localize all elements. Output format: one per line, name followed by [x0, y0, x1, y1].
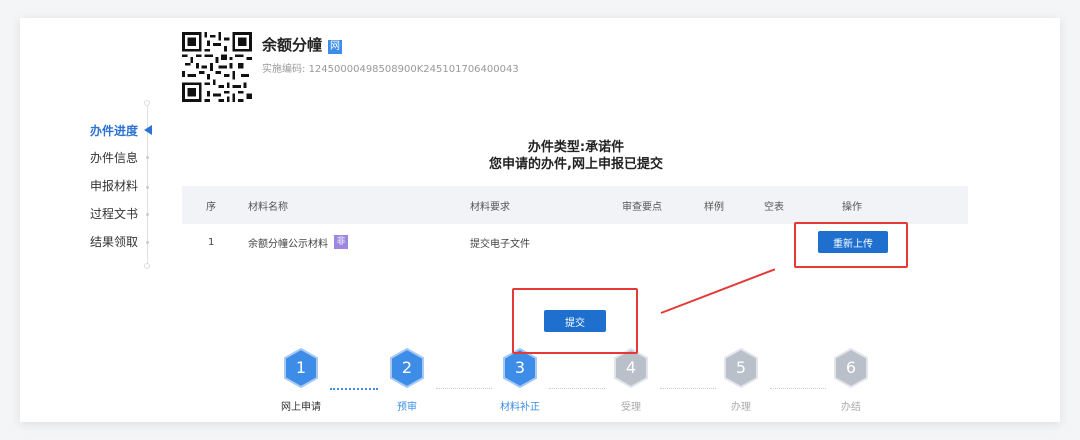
step-5: 5 办理	[716, 348, 766, 413]
hexagon-icon: 5	[723, 348, 759, 388]
column-header: 材料要求	[470, 201, 510, 213]
timeline-end-dot	[144, 263, 150, 269]
service-code: 实施编码: 124500004985089​00K245101706400043	[262, 60, 519, 75]
timeline-dot	[146, 156, 149, 159]
step-number: 4	[625, 358, 637, 377]
main-content: 办件类型:承诺件 您申请的办件,网上申报已提交 序 材料名称 材料要求 审查要点…	[166, 122, 986, 422]
step-label: 办结	[841, 402, 861, 413]
timeline-dot	[146, 186, 149, 189]
step-label: 受理	[621, 402, 641, 413]
sidebar-item-result-pickup[interactable]: 结果领取	[90, 233, 138, 250]
material-name: 余额分幢公示材料	[248, 238, 328, 250]
column-header: 样例	[704, 201, 724, 213]
hexagon-icon: 1	[283, 348, 319, 388]
material-requirement: 提交电子文件	[470, 238, 530, 250]
step-4: 4 受理	[606, 348, 656, 413]
step-number: 6	[845, 358, 857, 377]
step-1: 1 网上申请	[276, 348, 326, 413]
reupload-button[interactable]: 重新上传	[818, 231, 888, 253]
step-number: 2	[401, 358, 413, 377]
service-code-value: 124500004985089​00K245101706400043	[308, 64, 519, 75]
timeline-dot	[146, 213, 149, 216]
sidebar-item-label: 申报材料	[90, 179, 139, 193]
material-name-cell: 余额分幢公示材料非	[248, 224, 348, 260]
step-label: 材料补正	[500, 402, 540, 413]
step-number: 3	[514, 358, 526, 377]
submission-status: 您申请的办件,网上申报已提交	[489, 157, 663, 172]
step-label: 办理	[731, 402, 751, 413]
hexagon-icon: 6	[833, 348, 869, 388]
online-badge: 网	[328, 40, 343, 54]
step-connector	[770, 388, 826, 389]
service-name: 余额分幢	[262, 36, 323, 54]
column-header: 审查要点	[622, 201, 662, 213]
step-3: 3 材料补正	[495, 348, 545, 413]
table-row: 1 余额分幢公示材料非 提交电子文件 重新上传	[182, 224, 968, 260]
step-connector	[549, 388, 605, 389]
service-header: 余额分幢网 实施编码: 124500004985089​00K245101706…	[166, 18, 986, 122]
step-connector	[330, 388, 378, 390]
column-header: 操作	[842, 201, 862, 213]
active-arrow-icon	[144, 125, 153, 135]
sidebar-item-label: 办件进度	[90, 124, 139, 138]
step-number: 1	[295, 358, 307, 377]
sidebar-item-info[interactable]: 办件信息	[90, 149, 138, 166]
sidebar-item-progress[interactable]: 办件进度	[90, 122, 153, 139]
hexagon-icon: 3	[502, 348, 538, 388]
step-connector	[660, 388, 716, 389]
sidebar-item-label: 过程文书	[90, 207, 139, 221]
step-label: 预审	[397, 402, 417, 413]
column-header: 序	[206, 201, 216, 213]
step-2: 2 预审	[382, 348, 432, 413]
non-electronic-badge: 非	[334, 235, 348, 249]
page-card: 办件进度 办件信息 申报材料 过程文书 结果领取 余额分幢 网 实施编码: 12…	[20, 18, 1060, 422]
annotation-arrow-line	[660, 268, 776, 314]
sidebar-item-documents[interactable]: 过程文书	[90, 205, 138, 222]
column-header: 空表	[764, 201, 784, 213]
timeline-dot	[146, 241, 149, 244]
table-header: 序 材料名称 材料要求 审查要点 样例 空表 操作	[182, 186, 968, 224]
service-title: 余额分幢网	[262, 34, 343, 55]
row-index: 1	[208, 236, 215, 248]
step-connector	[436, 388, 492, 389]
qr-code-icon	[182, 32, 252, 102]
service-code-label: 实施编码:	[262, 64, 306, 75]
sidebar-item-label: 办件信息	[90, 151, 139, 165]
step-label: 网上申请	[281, 402, 321, 413]
sidebar-item-materials[interactable]: 申报材料	[90, 177, 138, 194]
hexagon-icon: 2	[389, 348, 425, 388]
sidebar-item-label: 结果领取	[90, 235, 139, 249]
step-6: 6 办结	[826, 348, 876, 413]
column-header: 材料名称	[248, 201, 288, 213]
sidebar: 办件进度 办件信息 申报材料 过程文书 结果领取	[20, 18, 166, 422]
hexagon-icon: 4	[613, 348, 649, 388]
submit-button[interactable]: 提交	[544, 310, 606, 332]
timeline-start-dot	[144, 100, 150, 106]
step-number: 5	[735, 358, 747, 377]
